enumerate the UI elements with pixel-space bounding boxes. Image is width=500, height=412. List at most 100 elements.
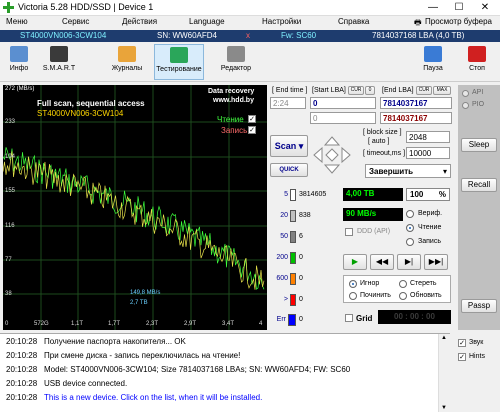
write-radio[interactable] [406, 238, 414, 246]
pause-button[interactable]: Пауза [418, 44, 448, 80]
scroll-down-icon[interactable]: ▼ [441, 405, 447, 411]
zero-button[interactable]: 0 [365, 86, 375, 95]
log-message: При смене диска - запись переключилась н… [44, 351, 241, 360]
graph-ytick: 194 [5, 154, 16, 160]
end-time-field[interactable] [270, 97, 306, 109]
start-lba-field[interactable] [310, 97, 376, 109]
testing-button[interactable]: Тестирование [154, 44, 204, 80]
maximize-icon[interactable]: ☐ [446, 0, 472, 16]
menu-item-buffer[interactable]: Просмотр буфера [425, 17, 492, 26]
menu-item-help[interactable]: Справка [338, 17, 369, 26]
stop-icon [468, 46, 486, 62]
device-close[interactable]: x [246, 31, 250, 40]
menu-bar: Меню Сервис Действия Language Настройки … [0, 16, 500, 30]
rewind-icon[interactable]: ◀◀ [370, 254, 394, 270]
counter-value: 3814605 [299, 191, 327, 198]
counter-value: 0 [299, 296, 303, 303]
grid-checkbox[interactable] [345, 314, 353, 322]
ddd-label: DDD (API) [357, 228, 391, 235]
api-label: API [472, 89, 484, 96]
graph-xtick: 2,9T [184, 321, 197, 327]
toolbar: Инфо S.M.A.R.T Журналы Тестирование Реда… [0, 42, 500, 82]
quick-button[interactable]: QUICK [270, 163, 308, 177]
log-scrollbar[interactable]: ▲ ▼ [438, 334, 450, 412]
log-time: 20:10:28 [6, 393, 38, 402]
legend-write-checkbox[interactable]: ✓ [248, 126, 256, 134]
minimize-icon[interactable]: — [420, 0, 446, 16]
graph-size-readout: 2,7 TB [130, 300, 148, 306]
log-row: 20:10:28 This is a new device. Click on t… [6, 393, 262, 402]
stop-label: Стоп [469, 65, 485, 72]
repair-label: Починить [360, 292, 391, 299]
smart-button[interactable]: S.M.A.R.T [37, 44, 81, 80]
journals-label: Журналы [111, 65, 143, 72]
repair-radio[interactable] [349, 292, 357, 300]
menu-item-menu[interactable]: Меню [6, 17, 28, 26]
menu-item-actions[interactable]: Действия [122, 17, 157, 26]
write-label: Запись [418, 238, 441, 245]
sleep-button[interactable]: Sleep [461, 138, 497, 152]
end-icon[interactable]: ▶▶| [424, 254, 448, 270]
max-button[interactable]: MAX [433, 86, 451, 95]
ddd-checkbox[interactable] [345, 228, 353, 236]
end-lba-field-2[interactable] [380, 112, 452, 124]
passp-button[interactable]: Passp [461, 299, 497, 313]
editor-button[interactable]: Редактор [216, 44, 256, 80]
graph-model: ST4000VN006-3CW104 [37, 109, 124, 118]
buffer-view-icon[interactable]: 🖶 [414, 17, 422, 31]
sound-checkbox[interactable]: ✓ [458, 339, 466, 347]
scroll-up-icon[interactable]: ▲ [441, 335, 447, 341]
verify-radio[interactable] [406, 210, 414, 218]
device-bar[interactable]: ST4000VN006-3CW104 SN: WW60AFD4 x Fw: SC… [0, 30, 500, 42]
journals-button[interactable]: Журналы [104, 44, 150, 80]
counter-label: Err [276, 316, 286, 323]
scan-button[interactable]: Scan ▾ [270, 135, 308, 157]
read-radio[interactable] [406, 224, 414, 232]
info-button[interactable]: Инфо [2, 44, 36, 80]
legend-write: Запись [221, 126, 248, 135]
info-icon [10, 46, 28, 62]
recall-button[interactable]: Recall [461, 178, 497, 192]
hints-checkbox[interactable]: ✓ [458, 353, 466, 361]
direction-pad[interactable] [312, 135, 352, 175]
graph-xtick: 3,4T [222, 321, 235, 327]
stop-button[interactable]: Стоп [462, 44, 492, 80]
block-size-auto-label: [ auto ] [368, 138, 390, 145]
smart-icon [50, 46, 68, 62]
cur-button-end[interactable]: CUR [416, 86, 432, 95]
skip-icon[interactable]: ▶| [397, 254, 421, 270]
erase-radio[interactable] [399, 280, 407, 288]
api-radio[interactable] [462, 90, 469, 97]
end-lba-field[interactable] [380, 97, 452, 109]
counter-value: 0 [299, 316, 303, 323]
pio-radio[interactable] [462, 102, 469, 109]
pause-icon [424, 46, 442, 62]
start-lba-field-2[interactable] [310, 112, 376, 124]
pio-label: PIO [472, 101, 485, 108]
speed-curve [3, 151, 265, 290]
menu-item-settings[interactable]: Настройки [262, 17, 301, 26]
legend-read: Чтение [217, 115, 244, 124]
ignore-radio[interactable] [349, 280, 357, 288]
update-radio[interactable] [399, 292, 407, 300]
block-size-field[interactable] [406, 131, 450, 143]
legend-read-checkbox[interactable]: ✓ [248, 115, 256, 123]
graph-speed-readout: 149,8 MB/s [130, 290, 161, 296]
log-message: USB device connected. [44, 379, 128, 388]
play-icon[interactable]: ▶ [343, 254, 367, 270]
close-icon[interactable]: ✕ [472, 0, 498, 16]
size-value: 4,00 TB [346, 189, 375, 198]
menu-item-service[interactable]: Сервис [62, 17, 89, 26]
journals-icon [118, 46, 136, 62]
log-time: 20:10:28 [6, 351, 38, 360]
counter-label: 5 [284, 191, 288, 198]
timer-value: 00 : 00 : 00 [394, 312, 435, 321]
right-panel: API PIO Sleep Recall Passp [458, 85, 500, 330]
timeout-field[interactable] [406, 147, 450, 159]
scan-label: Scan [274, 141, 297, 151]
speed-value: 90 MB/s [346, 209, 377, 218]
log-row: 20:10:28 USB device connected. [6, 379, 127, 388]
menu-item-language[interactable]: Language [189, 17, 225, 26]
finish-select[interactable]: Завершить ▾ [365, 164, 451, 178]
cur-button[interactable]: CUR [348, 86, 364, 95]
